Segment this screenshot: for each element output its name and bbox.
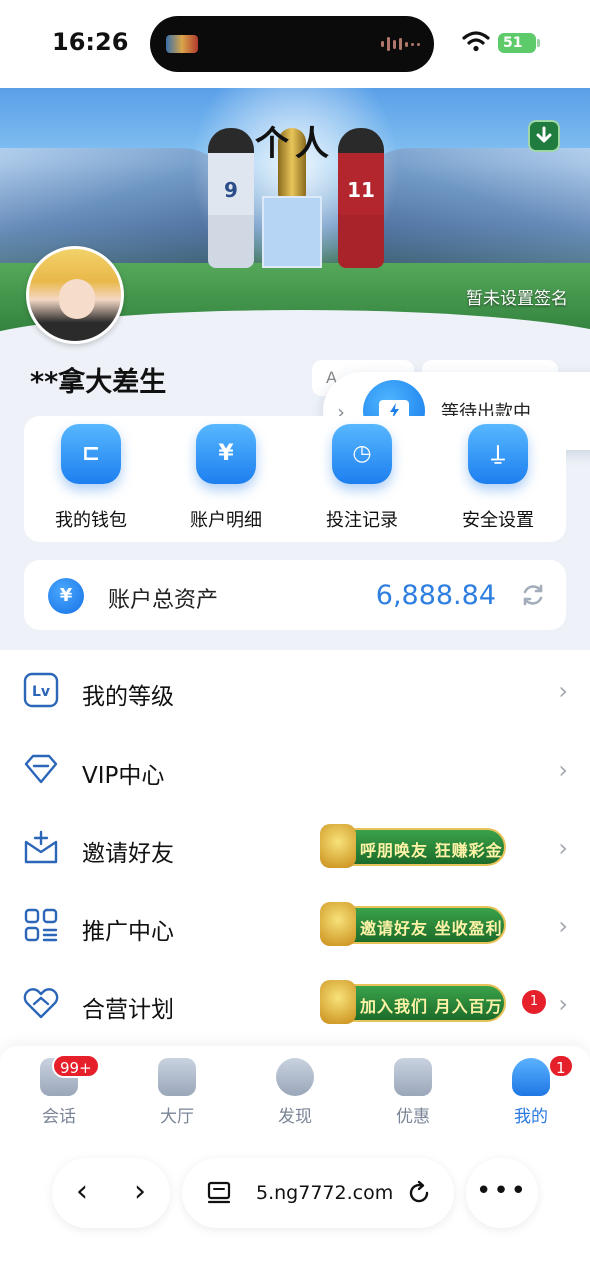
wifi-icon xyxy=(462,31,490,52)
wallet-action[interactable]: ⊏ 我的钱包 xyxy=(36,424,146,532)
home-icon xyxy=(158,1058,196,1096)
promo-banner-invite[interactable]: 呼朋唤友 狂赚彩金 xyxy=(320,824,506,868)
security-icon: ⍊ xyxy=(468,424,528,484)
football-icon xyxy=(276,1058,314,1096)
tab-badge-chat: 99+ xyxy=(52,1054,100,1078)
status-bar: 16:26 51 xyxy=(0,0,590,88)
pedestal xyxy=(262,196,322,268)
reload-icon[interactable] xyxy=(406,1180,432,1206)
football-crown-icon xyxy=(320,824,356,868)
tab-chat[interactable]: 会话 99+ xyxy=(0,1054,118,1127)
menu-label-vip: VIP中心 xyxy=(82,763,165,789)
menu-row-promotion[interactable]: 推广中心 邀请好友 坐收盈利 › xyxy=(0,886,590,964)
download-icon[interactable] xyxy=(528,120,560,152)
bet-record-icon: ◷ xyxy=(332,424,392,484)
level-icon: Lv xyxy=(23,672,59,708)
signature-text[interactable]: 暂未设置签名 xyxy=(466,284,568,309)
bet-record-action[interactable]: ◷ 投注记录 xyxy=(307,424,417,532)
tab-offers[interactable]: 优惠 xyxy=(354,1058,472,1127)
promo-text-promotion: 邀请好友 坐收盈利 xyxy=(360,919,503,938)
account-details-action[interactable]: ¥ 账户明细 xyxy=(171,424,281,532)
invite-icon xyxy=(24,830,58,864)
forward-button[interactable]: › xyxy=(120,1172,160,1212)
handshake-icon xyxy=(23,988,59,1019)
wallet-icon: ⊏ xyxy=(61,424,121,484)
reader-icon[interactable] xyxy=(206,1180,232,1206)
menu-label-promotion: 推广中心 xyxy=(82,919,174,945)
tab-mine[interactable]: 我的 1 xyxy=(472,1054,590,1127)
jersey-number-left: 9 xyxy=(224,178,238,202)
promo-banner-partnership[interactable]: 加入我们 月入百万 xyxy=(320,980,506,1024)
chevron-right-icon: › xyxy=(558,990,568,1018)
diamond-icon xyxy=(24,754,58,784)
wallet-label: 我的钱包 xyxy=(55,510,127,531)
tab-label-lobby: 大厅 xyxy=(160,1107,194,1127)
chevron-right-icon: › xyxy=(558,912,568,940)
avatar-face xyxy=(59,279,95,319)
yen-coin-icon: ¥ xyxy=(48,578,84,614)
jersey-number-right: 11 xyxy=(347,178,375,202)
menu-label-level: 我的等级 xyxy=(82,684,174,710)
menu-row-partnership[interactable]: 合营计划 加入我们 月入百万 1 › xyxy=(0,964,590,1042)
svg-text:Lv: Lv xyxy=(32,684,50,700)
security-label: 安全设置 xyxy=(462,510,534,531)
star-medal-icon xyxy=(320,902,356,946)
menu-label-invite: 邀请好友 xyxy=(82,841,174,867)
menu-row-invite[interactable]: 邀请好友 呼朋唤友 狂赚彩金 › xyxy=(0,808,590,886)
menu-row-level[interactable]: Lv 我的等级 › xyxy=(0,651,590,729)
total-assets-card: ¥ 账户总资产 6,888.84 xyxy=(24,560,566,630)
page-title: 个人 xyxy=(255,124,335,164)
yen-icon: ¥ xyxy=(196,424,256,484)
browser-nav: ‹ › xyxy=(52,1158,170,1228)
tab-label-mine: 我的 xyxy=(514,1107,548,1127)
chevron-right-icon: › xyxy=(558,677,568,705)
promo-banner-promotion[interactable]: 邀请好友 坐收盈利 xyxy=(320,902,506,946)
dynamic-island[interactable] xyxy=(150,16,434,72)
address-bar[interactable]: 5.ng7772.com xyxy=(182,1158,454,1228)
security-action[interactable]: ⍊ 安全设置 xyxy=(443,424,553,532)
account-details-label: 账户明细 xyxy=(190,510,262,531)
menu-list: Lv 我的等级 › VIP中心 › 邀请好友 呼朋唤友 狂赚彩金 › 推广中心 … xyxy=(0,650,590,1070)
tab-label-chat: 会话 xyxy=(42,1107,76,1127)
refresh-icon[interactable] xyxy=(520,582,546,608)
gift-box-icon xyxy=(320,980,356,1024)
bet-record-label: 投注记录 xyxy=(326,510,398,531)
total-assets-value: 6,888.84 xyxy=(375,580,496,611)
tab-lobby[interactable]: 大厅 xyxy=(118,1058,236,1127)
menu-row-vip[interactable]: VIP中心 › xyxy=(0,730,590,808)
avatar[interactable] xyxy=(26,246,124,344)
username: **拿大差生 xyxy=(30,367,167,398)
url-text: 5.ng7772.com xyxy=(256,1182,394,1204)
battery-indicator: 51 xyxy=(498,33,540,53)
promo-text-partnership: 加入我们 月入百万 xyxy=(360,997,503,1016)
menu-label-partnership: 合营计划 xyxy=(82,997,174,1023)
back-button[interactable]: ‹ xyxy=(62,1172,102,1212)
status-time: 16:26 xyxy=(52,28,129,56)
promo-text-invite: 呼朋唤友 狂赚彩金 xyxy=(360,841,503,860)
tab-discover[interactable]: 发现 xyxy=(236,1058,354,1127)
total-assets-label: 账户总资产 xyxy=(108,588,219,613)
trophy-percent-icon xyxy=(394,1058,432,1096)
user-icon xyxy=(512,1058,550,1096)
tab-label-discover: 发现 xyxy=(278,1107,312,1127)
quick-actions-card: ⊏ 我的钱包 ¥ 账户明细 ◷ 投注记录 ⍊ 安全设置 xyxy=(24,416,566,542)
notification-badge: 1 xyxy=(522,990,546,1014)
grid-icon xyxy=(24,908,58,942)
more-button[interactable]: ••• xyxy=(466,1158,538,1228)
tab-label-offers: 优惠 xyxy=(396,1107,430,1127)
media-thumbnail xyxy=(166,35,198,53)
chevron-right-icon: › xyxy=(558,834,568,862)
tab-badge-mine: 1 xyxy=(548,1054,574,1078)
audio-wave-icon xyxy=(381,36,420,52)
chevron-right-icon: › xyxy=(558,756,568,784)
